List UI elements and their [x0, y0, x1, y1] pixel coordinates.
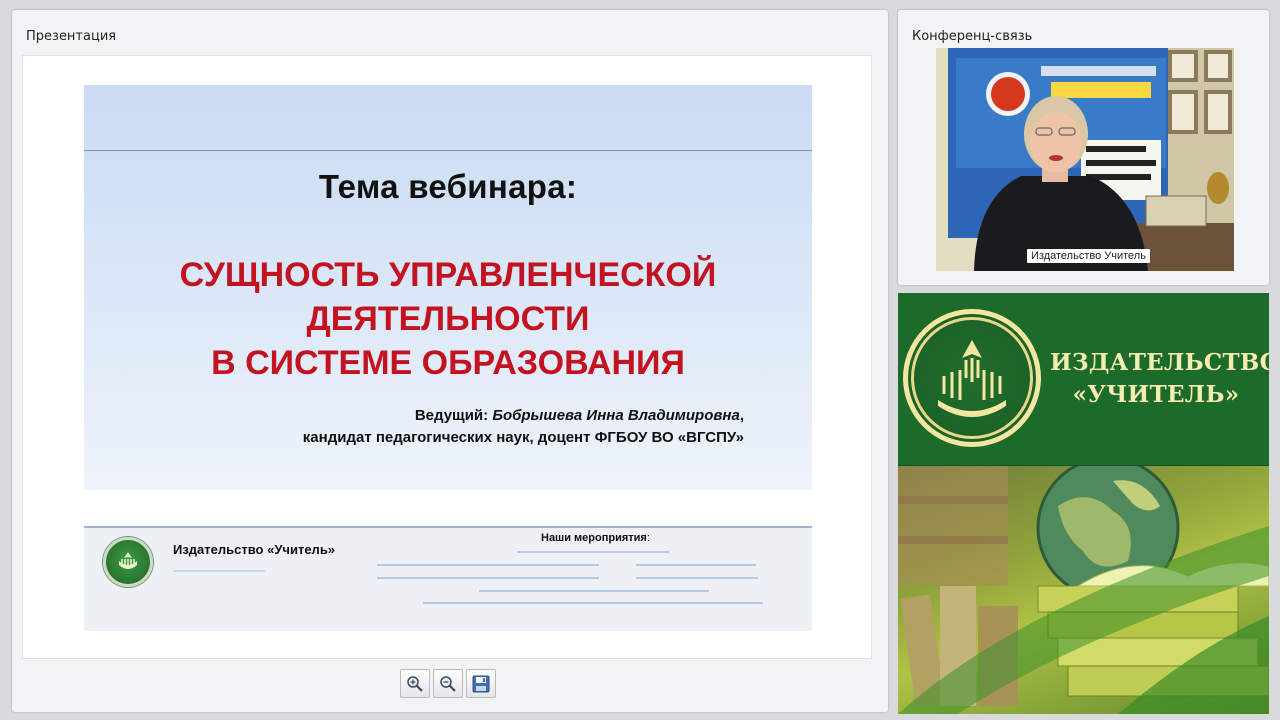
presentation-panel-title: Презентация — [26, 29, 117, 44]
event-link[interactable] — [517, 551, 669, 553]
webcam-video-frame — [936, 48, 1234, 271]
zoom-out-icon — [440, 675, 456, 692]
events-title: Наши мероприятия: — [541, 532, 650, 544]
slide-headline: СУЩНОСТЬ УПРАВЛЕНЧЕСКОЙ ДЕЯТЕЛЬНОСТИ В С… — [84, 253, 812, 385]
footer-brand: Издательство «Учитель» — [173, 542, 336, 557]
zoom-out-button[interactable] — [433, 669, 463, 698]
save-button[interactable] — [466, 669, 496, 698]
publisher-banner: ИЗДАТЕЛЬСТВО «УЧИТЕЛЬ» — [898, 293, 1269, 714]
conference-panel: Конференц-связь Издательство Учитель — [898, 10, 1269, 285]
video-caption: Издательство Учитель — [1027, 249, 1150, 263]
publisher-logo-icon — [103, 537, 153, 587]
events-title-text: Наши мероприятия — [541, 532, 647, 544]
presentation-toolbar — [400, 669, 496, 698]
presenter-name-suffix: , — [739, 407, 744, 424]
publisher-name: ИЗДАТЕЛЬСТВО «УЧИТЕЛЬ» — [1050, 347, 1269, 411]
conference-panel-title: Конференц-связь — [912, 29, 1033, 44]
headline-line: В СИСТЕМЕ ОБРАЗОВАНИЯ — [211, 344, 685, 382]
publisher-name-line: «УЧИТЕЛЬ» — [1072, 381, 1240, 408]
headline-line: ДЕЯТЕЛЬНОСТИ — [306, 300, 590, 338]
publisher-name-line: ИЗДАТЕЛЬСТВО — [1050, 349, 1269, 376]
slide-title: Тема вебинара: — [318, 168, 578, 205]
presentation-slide: Тема вебинара: СУЩНОСТЬ УПРАВЛЕНЧЕСКОЙ Д… — [84, 85, 812, 631]
headline-line: СУЩНОСТЬ УПРАВЛЕНЧЕСКОЙ — [179, 256, 717, 294]
events-title-colon: : — [646, 532, 650, 544]
presentation-panel: Презентация Тема вебинара: СУЩНОСТЬ УПРА… — [12, 10, 888, 712]
presenter-label: Ведущий: — [414, 407, 489, 424]
publisher-banner-image — [898, 456, 1269, 714]
slide-viewport[interactable]: Тема вебинара: СУЩНОСТЬ УПРАВЛЕНЧЕСКОЙ Д… — [22, 55, 872, 659]
webcam-video[interactable]: Издательство Учитель — [936, 48, 1234, 271]
event-link[interactable] — [377, 564, 599, 566]
slide-footer: Издательство «Учитель» Наши мероприятия: — [84, 526, 812, 631]
event-link[interactable] — [636, 564, 756, 566]
publisher-emblem-icon — [903, 309, 1041, 447]
presenter-name: Бобрышева Инна Владимировна — [492, 407, 740, 424]
publisher-banner-header: ИЗДАТЕЛЬСТВО «УЧИТЕЛЬ» — [898, 293, 1269, 466]
event-link[interactable] — [479, 590, 709, 592]
footer-link[interactable] — [173, 570, 265, 572]
slide-gap — [84, 490, 812, 526]
save-icon — [472, 675, 490, 692]
event-link[interactable] — [377, 577, 599, 579]
event-link[interactable] — [636, 577, 758, 579]
zoom-in-icon — [407, 675, 423, 692]
slide-divider — [84, 150, 812, 151]
event-link[interactable] — [423, 602, 763, 604]
presenter-credentials: кандидат педагогических наук, доцент ФГБ… — [302, 429, 744, 446]
zoom-in-button[interactable] — [400, 669, 430, 698]
slide-presenter: Ведущий: Бобрышева Инна Владимировна, ка… — [303, 405, 744, 449]
